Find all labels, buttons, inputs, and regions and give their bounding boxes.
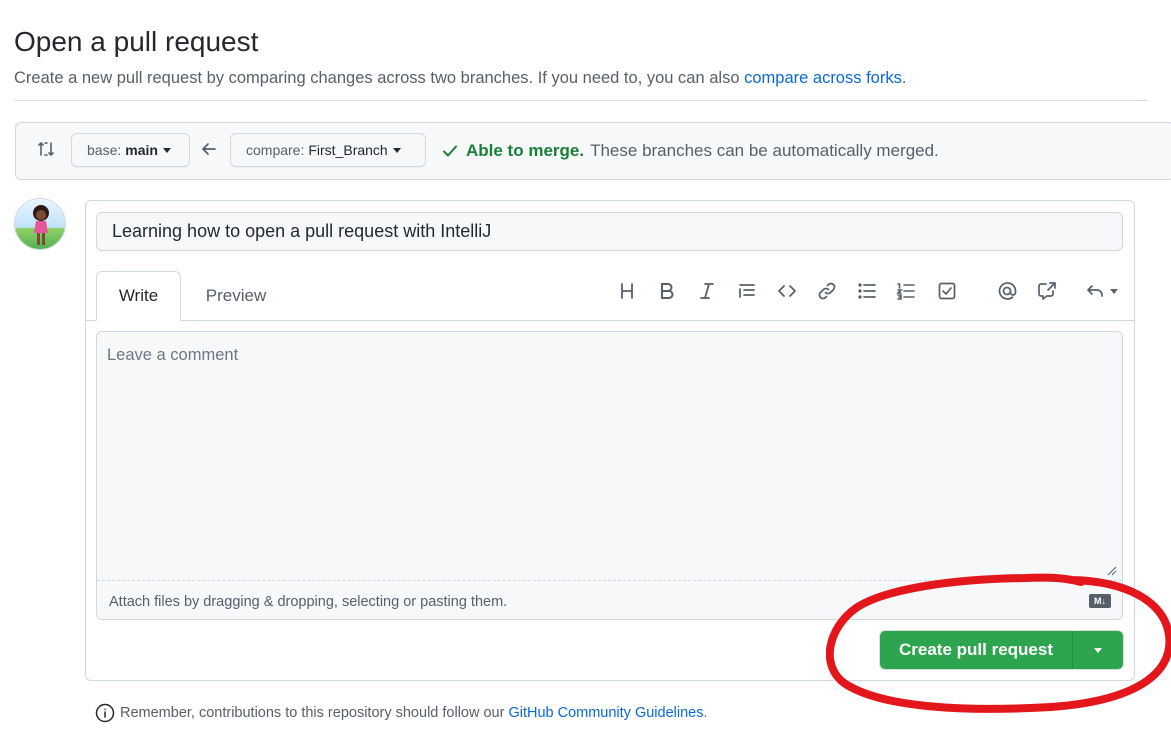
avatar[interactable] — [14, 198, 66, 250]
cross-reference-icon[interactable] — [1034, 278, 1060, 304]
unordered-list-icon[interactable] — [854, 278, 880, 304]
check-icon — [443, 145, 457, 157]
footer-note-end: . — [703, 705, 708, 721]
merge-status-detail: These branches can be automatically merg… — [590, 141, 939, 160]
mention-icon[interactable] — [994, 278, 1020, 304]
header-divider — [14, 100, 1147, 101]
markdown-icon[interactable]: M↓ — [1089, 594, 1111, 608]
ordered-list-icon[interactable] — [893, 278, 919, 304]
chevron-down-icon — [1094, 647, 1102, 653]
base-branch-name: main — [125, 142, 158, 158]
footer-note-text: Remember, contributions to this reposito… — [120, 705, 505, 721]
page-subtitle: Create a new pull request by comparing c… — [14, 69, 906, 88]
pull-request-title-input[interactable] — [96, 212, 1123, 251]
chevron-down-icon — [392, 147, 401, 153]
create-pull-request-button[interactable]: Create pull request — [880, 631, 1073, 669]
compare-label: compare: — [246, 142, 305, 158]
chevron-down-icon — [162, 147, 171, 153]
attach-divider — [97, 580, 1122, 581]
base-branch-selector[interactable]: base: main — [71, 133, 190, 167]
create-options-dropdown[interactable] — [1073, 631, 1123, 669]
footer-note: Remember, contributions to this reposito… — [95, 703, 708, 723]
italic-icon[interactable] — [694, 278, 720, 304]
page-title: Open a pull request — [14, 26, 259, 57]
comment-textarea[interactable] — [97, 332, 1122, 580]
compare-across-forks-link[interactable]: compare across forks — [744, 69, 902, 87]
comment-editor: Attach files by dragging & dropping, sel… — [96, 331, 1123, 620]
tab-write[interactable]: Write — [96, 271, 181, 321]
arrow-left-icon — [202, 143, 216, 155]
heading-icon[interactable] — [614, 278, 640, 304]
subtitle-end: . — [901, 69, 907, 87]
community-guidelines-link[interactable]: GitHub Community Guidelines — [508, 705, 703, 721]
quote-icon[interactable] — [734, 278, 760, 304]
compare-branch-name: First_Branch — [308, 142, 388, 158]
code-icon[interactable] — [774, 278, 800, 304]
task-list-icon[interactable] — [934, 278, 960, 304]
compare-branches-icon — [38, 142, 54, 156]
subtitle-text: Create a new pull request by comparing c… — [14, 69, 740, 87]
info-icon — [95, 703, 115, 723]
link-icon[interactable] — [814, 278, 840, 304]
base-label: base: — [87, 142, 122, 158]
merge-status-label: Able to merge. — [466, 141, 585, 160]
merge-status: Able to merge. These branches can be aut… — [440, 141, 939, 161]
create-pull-request-button-group: Create pull request — [879, 630, 1124, 670]
bold-icon[interactable] — [654, 278, 680, 304]
compare-branch-selector[interactable]: compare: First_Branch — [230, 133, 426, 167]
resize-handle-icon[interactable] — [1107, 566, 1117, 576]
attach-files-hint[interactable]: Attach files by dragging & dropping, sel… — [109, 594, 507, 610]
reply-icon[interactable] — [1082, 278, 1120, 304]
tab-preview[interactable]: Preview — [190, 271, 282, 321]
chevron-down-icon — [1109, 288, 1118, 294]
